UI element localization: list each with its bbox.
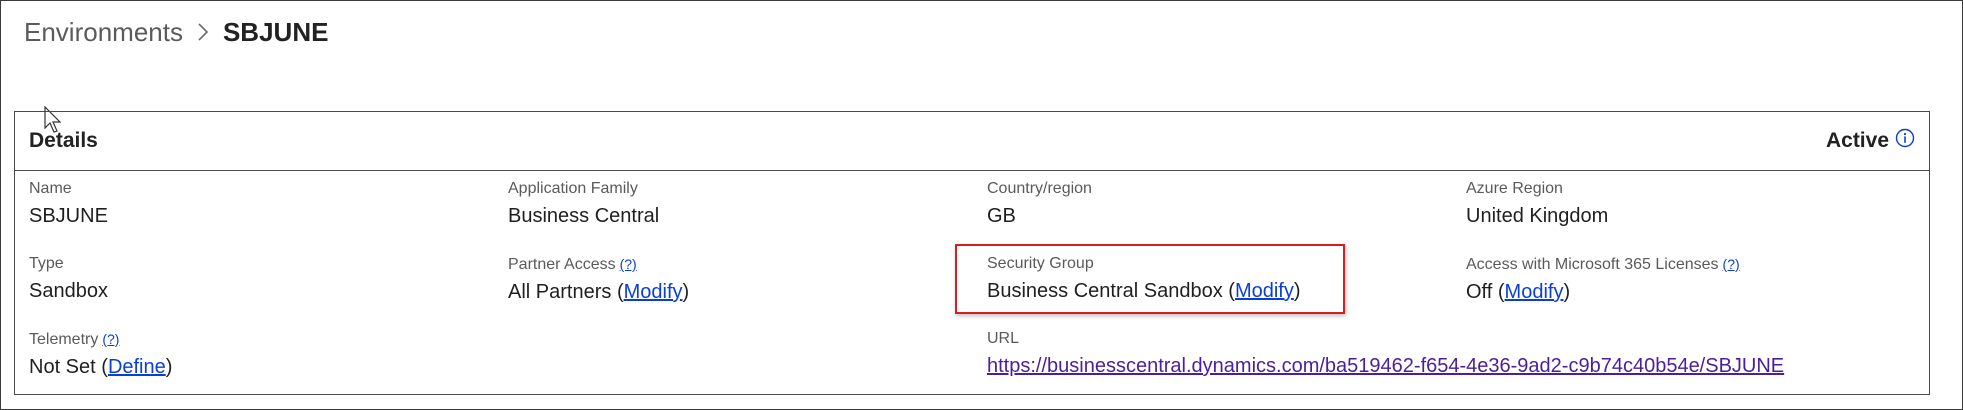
field-type: Type Sandbox xyxy=(29,254,108,304)
partner-access-value: All Partners xyxy=(508,281,612,303)
breadcrumb: Environments SBJUNE xyxy=(24,12,328,52)
field-label: Partner Access (?) xyxy=(508,254,689,275)
field-value: SBJUNE xyxy=(29,205,108,227)
field-value: Off (Modify) xyxy=(1466,279,1740,305)
status-text: Active xyxy=(1825,129,1889,152)
field-label: Telemetry (?) xyxy=(29,329,172,350)
field-label: Application Family xyxy=(508,180,638,197)
field-url: URL https://businesscentral.dynamics.com… xyxy=(987,329,1784,379)
field-label-text: Telemetry xyxy=(29,331,99,348)
info-icon[interactable] xyxy=(1895,128,1915,148)
help-link[interactable]: (?) xyxy=(620,256,637,272)
field-name: Name SBJUNE xyxy=(29,179,108,229)
paren-close: ) xyxy=(165,356,173,378)
breadcrumb-current: SBJUNE xyxy=(222,16,329,47)
field-label: Type xyxy=(29,255,64,272)
paren-close: ) xyxy=(1563,281,1571,303)
field-country-region: Country/region GB xyxy=(987,179,1092,229)
help-link[interactable]: (?) xyxy=(1723,256,1740,272)
field-label: Access with Microsoft 365 Licenses (?) xyxy=(1466,254,1740,275)
field-label: URL xyxy=(987,330,1020,347)
field-label: Name xyxy=(29,180,72,197)
breadcrumb-environments-link[interactable]: Environments xyxy=(24,17,183,48)
field-telemetry: Telemetry (?) Not Set (Define) xyxy=(29,329,172,380)
field-value: Not Set (Define) xyxy=(29,354,172,380)
field-value: United Kingdom xyxy=(1466,205,1609,227)
status-indicator: Active xyxy=(1825,128,1915,153)
paren-close: ) xyxy=(682,281,690,303)
m365-access-modify-link[interactable]: Modify xyxy=(1505,281,1564,303)
field-partner-access: Partner Access (?) All Partners (Modify) xyxy=(508,254,689,305)
field-value: https://businesscentral.dynamics.com/ba5… xyxy=(987,353,1784,379)
field-label-text: Access with Microsoft 365 Licenses xyxy=(1466,256,1719,273)
chevron-right-icon xyxy=(197,22,209,42)
field-label: Country/region xyxy=(987,180,1092,197)
field-label-text: Partner Access xyxy=(508,256,616,273)
paren-open: ( xyxy=(101,356,108,378)
paren-open: ( xyxy=(1497,281,1505,303)
field-azure-region: Azure Region United Kingdom xyxy=(1466,179,1608,229)
partner-access-modify-link[interactable]: Modify xyxy=(624,281,683,303)
help-link[interactable]: (?) xyxy=(102,331,119,347)
security-group-highlight xyxy=(955,244,1345,314)
field-label: Azure Region xyxy=(1466,180,1563,197)
details-header: Details Active xyxy=(15,112,1929,171)
m365-access-value: Off xyxy=(1466,281,1493,303)
paren-open: ( xyxy=(616,281,624,303)
field-value: All Partners (Modify) xyxy=(508,279,689,305)
details-title: Details xyxy=(29,129,98,152)
telemetry-define-link[interactable]: Define xyxy=(108,356,166,378)
field-application-family: Application Family Business Central xyxy=(508,179,659,229)
telemetry-value: Not Set xyxy=(29,356,96,378)
field-value: Business Central xyxy=(508,205,660,227)
field-value: Sandbox xyxy=(29,280,108,302)
field-m365-access: Access with Microsoft 365 Licenses (?) Of… xyxy=(1466,254,1740,305)
environment-url-link[interactable]: https://businesscentral.dynamics.com/ba5… xyxy=(987,355,1784,377)
field-value: GB xyxy=(987,205,1016,227)
